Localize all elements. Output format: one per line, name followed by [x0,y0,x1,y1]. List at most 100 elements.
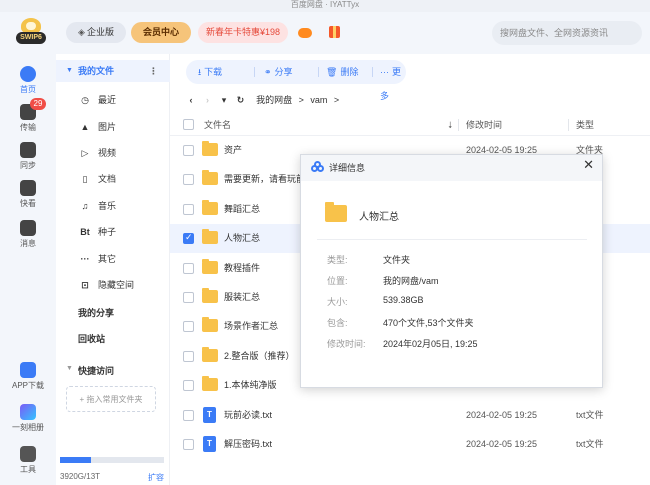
share-label: 分享 [274,67,293,77]
detail-key: 位置: [327,276,348,286]
nav-item-hidden[interactable]: ⊡ 隐藏空间 [56,275,170,295]
transfer-badge: 29 [30,98,46,110]
nav-item-music[interactable]: ♫ 音乐 [56,196,170,216]
forward-icon[interactable]: › [201,92,215,108]
nav-item-other[interactable]: ··· 其它 [56,249,170,269]
nav-item-video[interactable]: ▷ 视频 [56,143,170,163]
detail-key: 类型: [327,255,348,265]
caret-down-icon: ▼ [66,365,73,372]
row-name[interactable]: 玩前必读.txt [224,401,272,430]
expand-storage-link[interactable]: 扩容 [148,472,164,483]
share-button[interactable]: ⚭ 分享 [264,60,293,84]
sort-arrow-icon[interactable]: ⭣ [448,114,452,136]
more-vertical-icon[interactable]: ⋮ [149,60,158,82]
row-checkbox[interactable] [183,292,194,303]
storage-bar [60,457,164,463]
col-name[interactable]: 文件名 [204,114,231,136]
row-name[interactable]: 舞蹈汇总 [224,195,260,224]
refresh-icon[interactable]: ↻ [234,92,248,108]
rail-tools[interactable]: 工具 [0,446,56,475]
nav-item-label: 种子 [98,227,117,237]
rail-messages[interactable]: 消息 [0,220,56,249]
row-checkbox[interactable] [183,409,194,421]
row-checkbox[interactable] [183,232,194,245]
folder-icon [202,376,218,392]
gamepad-icon[interactable] [298,28,312,38]
rail-quick[interactable]: 快看 [0,180,56,209]
add-common-folder[interactable]: + 拖入常用文件夹 [66,386,156,412]
row-name[interactable]: 场景作者汇总 [224,312,278,341]
svip-badge[interactable]: SWIP6 [16,18,46,48]
enterprise-button[interactable]: ◈ 企业版 [66,22,126,43]
toolbar-divider [318,67,319,77]
row-checkbox[interactable] [183,380,194,392]
breadcrumb-current[interactable]: vam [310,95,327,105]
detail-key: 大小: [327,297,348,307]
select-all-checkbox[interactable] [183,119,194,130]
col-divider [568,119,569,131]
rail-app-label: APP下载 [11,381,44,390]
rail-album[interactable]: 一刻相册 [0,404,56,433]
close-icon[interactable]: ✕ [583,155,594,175]
more-button[interactable]: ··· 更多 [380,60,406,101]
nav-panel: ▼ 我的文件 ⋮ ◷ 最近 ▲ 图片 ▷ 视频 ▯ 文档 ♫ 音乐 Bt 种子 ··· 其它 … [56,54,170,485]
nav-my-files-label: 我的文件 [78,66,115,76]
nav-quick-access[interactable]: ▼ 快捷访问 [66,364,115,377]
nav-my-share[interactable]: 我的分享 [78,306,114,319]
col-time[interactable]: 修改时间 [466,114,502,136]
gift-icon[interactable] [329,26,340,38]
row-name[interactable]: 人物汇总 [224,224,260,253]
rail-sync[interactable]: 同步 [0,142,56,171]
row-checkbox[interactable] [183,439,194,450]
ellipsis-icon: ··· [380,67,389,77]
search-input[interactable]: 搜网盘文件、全网资源资讯 [492,21,642,45]
row-name[interactable]: 2.整合版（推荐） [224,342,295,371]
clock-icon: ◷ [81,95,89,105]
row-name[interactable]: 服装汇总 [224,283,260,312]
nav-item-label: 音乐 [98,201,117,211]
nav-item-docs[interactable]: ▯ 文档 [56,169,170,189]
row-checkbox[interactable] [183,174,194,186]
breadcrumb-sep: > [333,95,340,105]
promo-button[interactable]: 新春年卡特惠¥198 [198,22,288,43]
row-checkbox[interactable] [183,203,194,215]
row-name[interactable]: 资产 [224,136,242,165]
col-type[interactable]: 类型 [576,114,594,136]
nav-quick-label: 快捷访问 [78,366,115,376]
nav-item-torrent[interactable]: Bt 种子 [56,222,170,242]
download-button[interactable]: ⭳ 下载 [198,60,222,84]
row-checkbox[interactable] [183,262,194,274]
nav-item-images[interactable]: ▲ 图片 [56,117,170,137]
row-checkbox[interactable] [183,321,194,333]
row-checkbox[interactable] [183,145,194,156]
folder-icon [325,202,347,222]
rail-sync-label: 同步 [20,161,36,170]
breadcrumb-root[interactable]: 我的网盘 [256,95,292,105]
rail-app-download[interactable]: APP下载 [0,362,56,391]
delete-button[interactable]: 🗑 删除 [326,60,358,84]
row-date: 2024-02-05 19:25 [466,409,538,420]
row-name[interactable]: 1.本体纯净版 [224,371,277,400]
row-date: 2024-02-05 19:25 [466,439,538,449]
ellipsis-icon: ··· [80,254,90,264]
nav-recycle[interactable]: 回收站 [78,332,105,345]
row-name[interactable]: 需要更新，请看玩前 [224,165,305,194]
rail-home[interactable]: 首页 [0,66,56,95]
table-row[interactable]: T 玩前必读.txt 2024-02-05 19:25 txt文件 [170,401,650,430]
download-label: 下载 [204,67,223,77]
row-name[interactable]: 教程插件 [224,254,260,283]
quick-view-icon [20,180,36,196]
rail-transfer[interactable]: 29 传输 [0,98,56,133]
storage-text: 3920G/13T [60,472,101,481]
vip-center-button[interactable]: 会员中心 [131,22,191,43]
cloud-icon [20,66,36,82]
row-checkbox[interactable] [183,350,194,362]
table-row[interactable]: T 解压密码.txt 2024-02-05 19:25 txt文件 [170,430,650,459]
back-icon[interactable]: ‹ [184,92,198,108]
history-dropdown-icon[interactable]: ▾ [217,92,231,108]
phone-icon [20,362,36,378]
row-name[interactable]: 解压密码.txt [224,430,272,459]
nav-my-files[interactable]: ▼ 我的文件 ⋮ [56,60,170,82]
nav-item-recent[interactable]: ◷ 最近 [56,90,170,110]
txt-file-icon: T [203,406,216,423]
